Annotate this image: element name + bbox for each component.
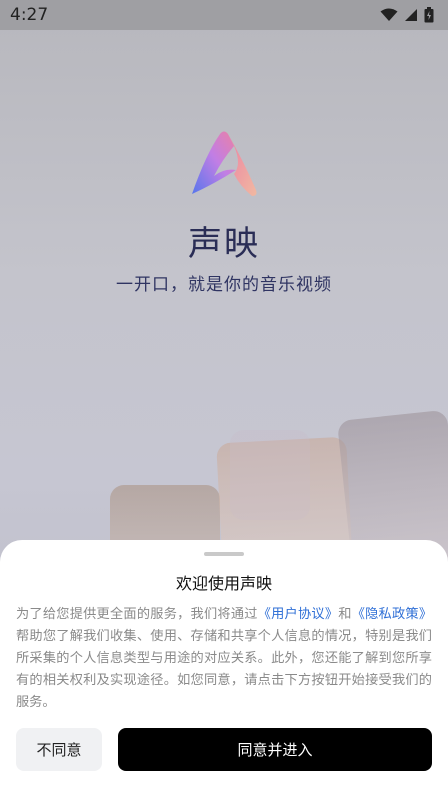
dialog-title: 欢迎使用声映 (175, 574, 272, 593)
privacy-consent-sheet: 欢迎使用声映 为了给您提供更全面的服务，我们将通过《用户协议》和《隐私政策》帮助… (0, 540, 448, 796)
status-icons (380, 7, 434, 23)
signal-icon (405, 9, 417, 21)
app-slogan: 一开口，就是你的音乐视频 (116, 275, 332, 295)
promo-photo-far-left (230, 430, 310, 520)
dialog-text-intro: 为了给您提供更全面的服务，我们将通过 (16, 607, 258, 622)
battery-icon (424, 7, 434, 23)
user-agreement-link[interactable]: 《用户协议》 (258, 607, 339, 622)
status-time: 4:27 (10, 5, 49, 25)
dialog-text-and: 和 (338, 607, 352, 622)
app-logo (184, 124, 264, 204)
accept-button[interactable]: 同意并进入 (118, 728, 432, 771)
privacy-policy-link[interactable]: 《隐私政策》 (352, 607, 432, 622)
dialog-message: 为了给您提供更全面的服务，我们将通过《用户协议》和《隐私政策》帮助您了解我们收集… (16, 604, 432, 714)
decline-button[interactable]: 不同意 (16, 728, 102, 771)
app-name: 声映 (188, 224, 260, 264)
app-logo-icon (192, 131, 257, 196)
dialog-text-body: 帮助您了解我们收集、使用、存储和共享个人信息的情况，特别是我们所采集的个人信息类… (16, 629, 432, 710)
status-bar: 4:27 (0, 0, 448, 30)
wifi-icon (380, 8, 398, 21)
drag-handle[interactable] (204, 552, 244, 556)
